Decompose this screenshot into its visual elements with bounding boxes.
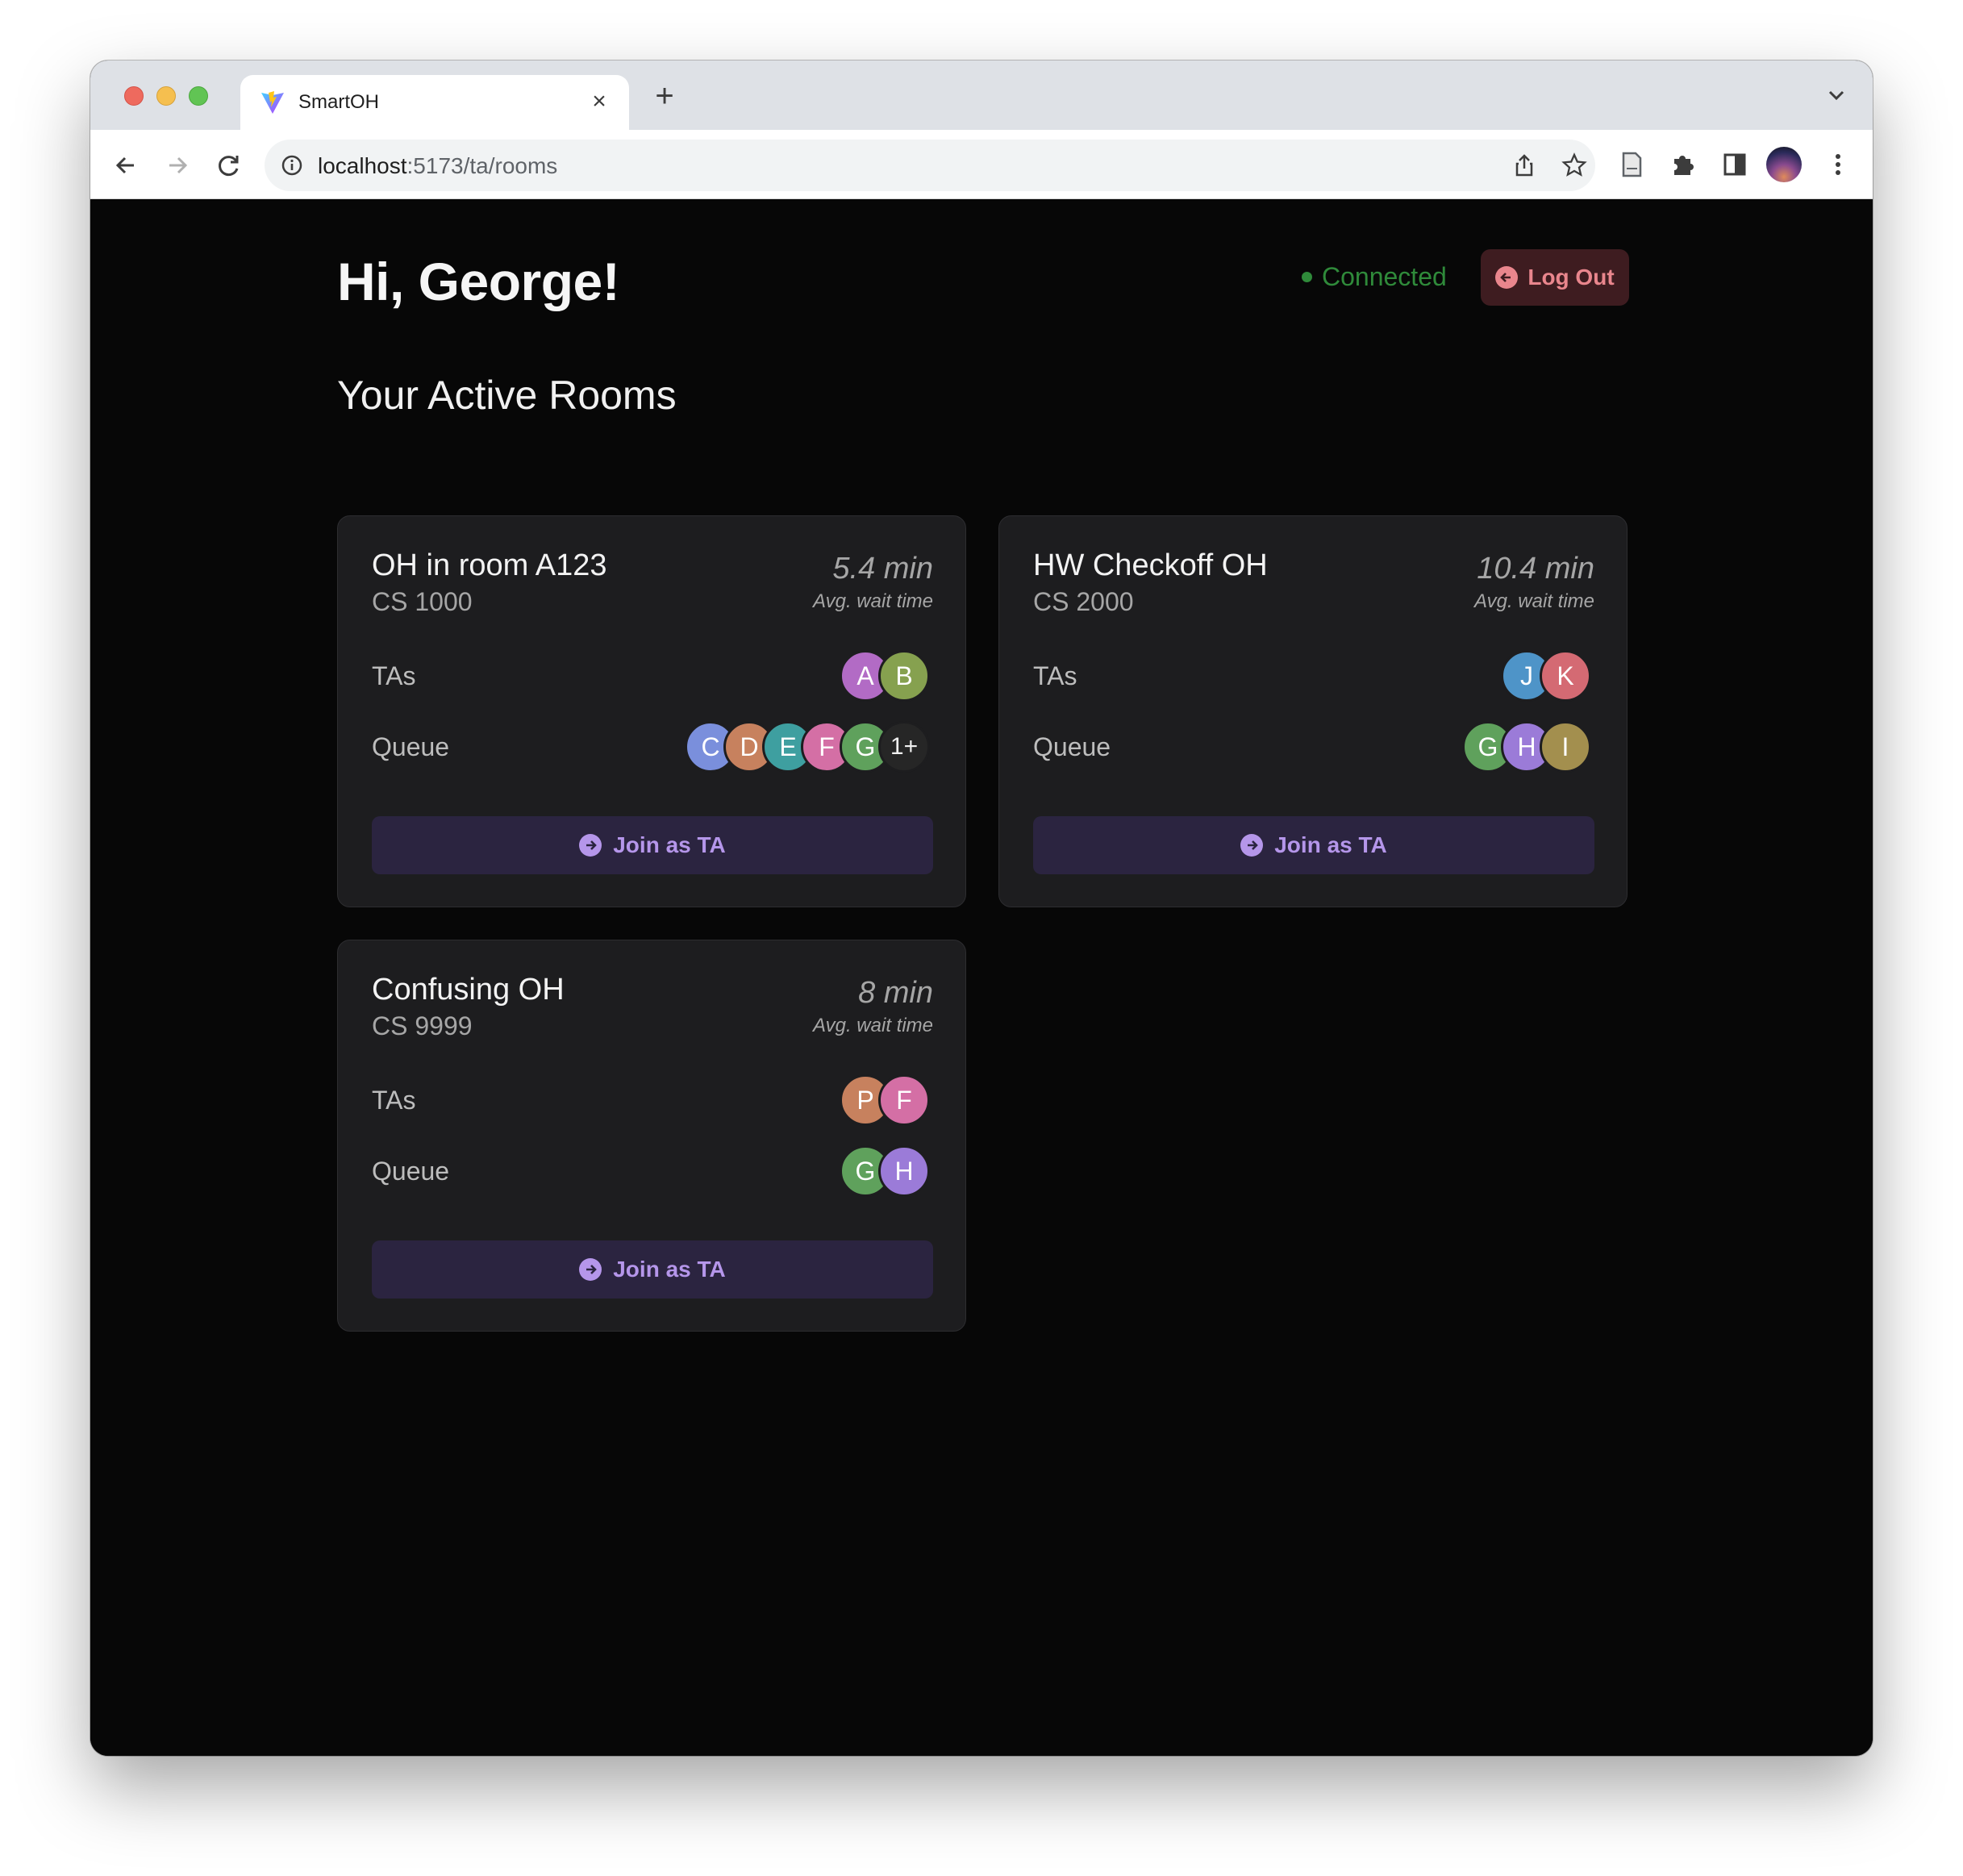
- profile-avatar[interactable]: [1766, 147, 1802, 182]
- room-card: OH in room A123 CS 1000 5.4 min Avg. wai…: [337, 515, 966, 907]
- document-icon[interactable]: [1616, 149, 1647, 180]
- share-icon[interactable]: [1511, 152, 1537, 178]
- page-title: Hi, George!: [337, 252, 620, 311]
- avatar: B: [878, 650, 930, 702]
- ta-avatars: F P: [840, 1074, 930, 1126]
- avg-wait-label: Avg. wait time: [1474, 590, 1594, 612]
- queue-avatars: I H G: [1462, 721, 1591, 773]
- queue-label: Queue: [1033, 732, 1111, 761]
- room-title: OH in room A123: [372, 548, 607, 582]
- address-bar[interactable]: localhost:5173/ta/rooms: [265, 140, 1595, 191]
- arrow-right-circle-icon: [1240, 834, 1264, 857]
- join-as-ta-button[interactable]: Join as TA: [372, 816, 933, 874]
- avg-wait-label: Avg. wait time: [813, 590, 933, 612]
- room-title: HW Checkoff OH: [1033, 548, 1268, 582]
- connection-status: Connected: [1302, 262, 1447, 292]
- logout-button[interactable]: Log Out: [1481, 249, 1629, 306]
- room-card: Confusing OH CS 9999 8 min Avg. wait tim…: [337, 940, 966, 1332]
- browser-toolbar: localhost:5173/ta/rooms: [90, 130, 1873, 199]
- tab-strip: SmartOH × +: [90, 60, 1873, 130]
- queue-label: Queue: [372, 732, 450, 761]
- tab-title: SmartOH: [298, 91, 380, 113]
- section-title: Your Active Rooms: [337, 373, 677, 418]
- side-panel-icon[interactable]: [1719, 149, 1750, 180]
- room-title: Confusing OH: [372, 973, 565, 1007]
- reload-icon[interactable]: [215, 151, 244, 180]
- join-as-ta-button[interactable]: Join as TA: [372, 1240, 933, 1299]
- tas-label: TAs: [372, 1086, 416, 1115]
- tas-label: TAs: [1033, 661, 1077, 690]
- forward-arrow-icon[interactable]: [163, 151, 192, 180]
- connection-status-label: Connected: [1322, 262, 1447, 291]
- join-label: Join as TA: [613, 1257, 726, 1282]
- minimize-window-button[interactable]: [156, 86, 176, 106]
- new-tab-icon[interactable]: +: [648, 80, 681, 112]
- status-dot-icon: [1302, 272, 1312, 282]
- join-label: Join as TA: [1274, 832, 1387, 857]
- join-label: Join as TA: [613, 832, 726, 857]
- avatar: K: [1540, 650, 1591, 702]
- room-card: HW Checkoff OH CS 2000 10.4 min Avg. wai…: [998, 515, 1627, 907]
- avatar: H: [878, 1145, 930, 1197]
- queue-avatars: 1+ G F E D C: [685, 721, 930, 773]
- browser-tab[interactable]: SmartOH ×: [240, 75, 629, 130]
- browser-window: SmartOH × + localhost:5173/ta/rooms Hi, …: [90, 60, 1873, 1756]
- avatar: F: [878, 1074, 930, 1126]
- arrow-right-circle-icon: [579, 1258, 602, 1281]
- page-content: Hi, George! Connected Log Out Your Activ…: [90, 199, 1873, 1756]
- maximize-window-button[interactable]: [189, 86, 208, 106]
- arrow-left-circle-icon: [1495, 266, 1519, 289]
- logout-label: Log Out: [1527, 265, 1615, 290]
- url-text[interactable]: localhost:5173/ta/rooms: [318, 153, 557, 179]
- room-course: CS 2000: [1033, 587, 1134, 616]
- site-info-icon[interactable]: [281, 154, 303, 177]
- tab-close-icon[interactable]: ×: [586, 88, 613, 115]
- avg-wait-value: 8 min: [858, 976, 933, 1010]
- queue-label: Queue: [372, 1157, 450, 1186]
- avatar: I: [1540, 721, 1591, 773]
- ta-avatars: B A: [840, 650, 930, 702]
- avg-wait-value: 5.4 min: [832, 552, 933, 586]
- more-menu-icon[interactable]: [1823, 149, 1853, 180]
- tas-label: TAs: [372, 661, 416, 690]
- avg-wait-value: 10.4 min: [1477, 552, 1594, 586]
- queue-overflow-badge: 1+: [878, 721, 930, 773]
- queue-avatars: H G: [840, 1145, 930, 1197]
- star-bookmark-icon[interactable]: [1561, 152, 1587, 178]
- extensions-puzzle-icon[interactable]: [1668, 149, 1698, 180]
- room-course: CS 1000: [372, 587, 473, 616]
- join-as-ta-button[interactable]: Join as TA: [1033, 816, 1594, 874]
- back-arrow-icon[interactable]: [111, 151, 140, 180]
- arrow-right-circle-icon: [579, 834, 602, 857]
- ta-avatars: K J: [1501, 650, 1591, 702]
- close-window-button[interactable]: [124, 86, 144, 106]
- chevron-down-icon[interactable]: [1824, 83, 1848, 107]
- avg-wait-label: Avg. wait time: [813, 1015, 933, 1036]
- vite-logo-icon: [261, 91, 284, 114]
- room-course: CS 9999: [372, 1011, 473, 1040]
